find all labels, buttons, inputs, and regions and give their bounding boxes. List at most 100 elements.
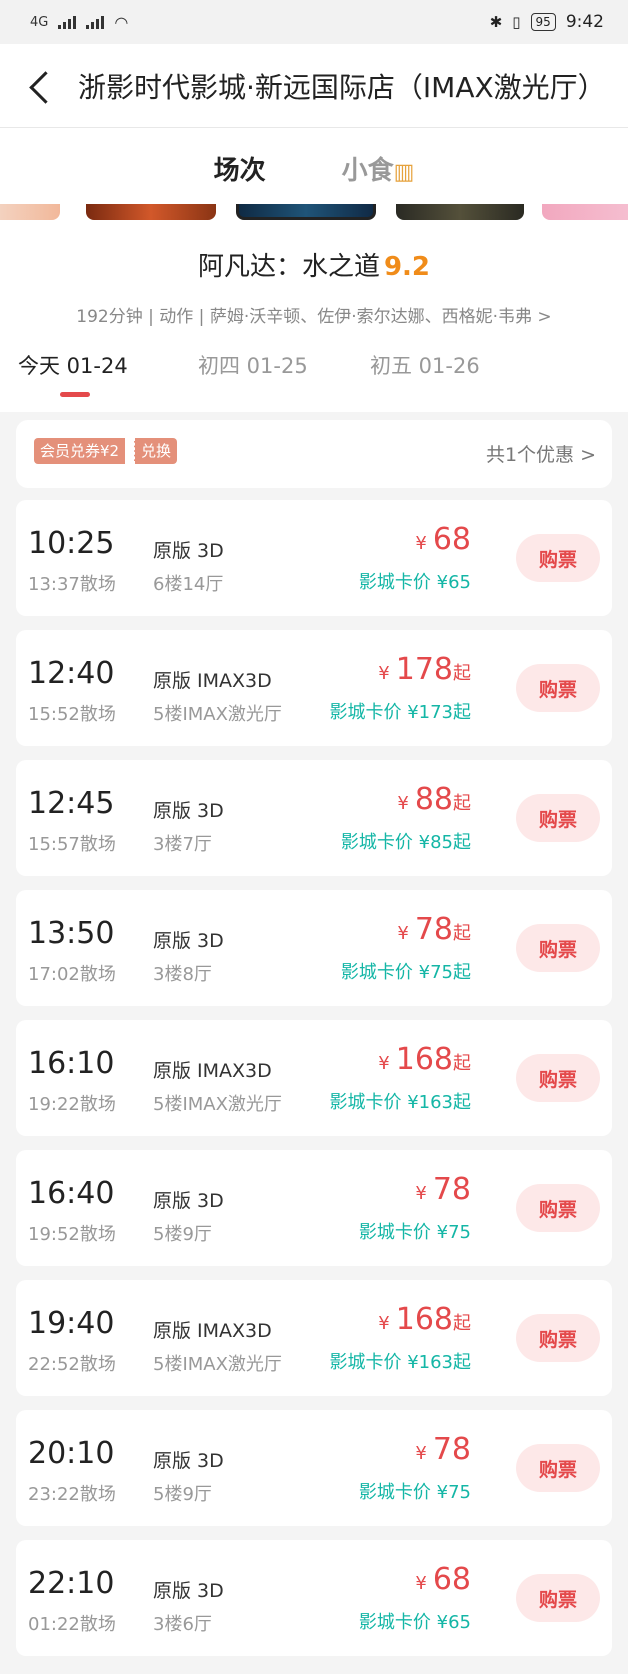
showtime-start: 12:40: [28, 656, 115, 691]
movie-title: 阿凡达：水之道: [197, 252, 380, 282]
coupon-exchange[interactable]: 兑换: [134, 438, 178, 464]
showtime-end: 15:52散场: [28, 704, 116, 725]
showtime-card[interactable]: 19:40 22:52散场 原版 IMAX3D 5楼IMAX激光厅 ¥168起 影城卡价 …: [16, 1280, 612, 1396]
buy-ticket-button[interactable]: 购票: [516, 794, 600, 842]
poster-3[interactable]: [236, 204, 376, 220]
tab-showtimes[interactable]: 场次: [214, 150, 266, 204]
poster-2[interactable]: [86, 204, 216, 220]
showtime-end: 23:22散场: [28, 1484, 116, 1505]
price-value: 68: [432, 522, 471, 557]
tab-snacks[interactable]: 小食▥: [342, 150, 415, 204]
card-price: 影城卡价 ¥173起: [329, 702, 471, 723]
buy-ticket-button[interactable]: 购票: [516, 664, 600, 712]
coupon-offer-count[interactable]: 共1个优惠 >: [486, 440, 596, 467]
price-currency: ¥: [415, 1573, 427, 1594]
price-currency: ¥: [397, 793, 409, 814]
movie-score: 9.2: [383, 252, 431, 282]
showtime-card[interactable]: 13:50 17:02散场 原版 3D 3楼8厅 ¥78起 影城卡价 ¥75起 购票: [16, 890, 612, 1006]
date-tab-today[interactable]: 今天 01-24: [18, 350, 128, 397]
showtime-card[interactable]: 16:40 19:52散场 原版 3D 5楼9厅 ¥78 影城卡价 ¥75 购票: [16, 1150, 612, 1266]
price-from-suffix: 起: [453, 1313, 471, 1334]
price-value: 88: [414, 782, 453, 817]
showtime-hall: 3楼6厅: [153, 1614, 212, 1635]
showtime-version: 原版 3D: [153, 800, 224, 822]
showtime-start: 16:40: [28, 1176, 115, 1211]
showtime-price: ¥88起: [397, 782, 471, 817]
showtime-hall: 5楼IMAX激光厅: [153, 1094, 282, 1115]
showtime-hall: 5楼9厅: [153, 1484, 212, 1505]
battery-icon: 95: [530, 13, 556, 31]
status-left: 4G ◠: [30, 13, 128, 32]
date-tab-0125[interactable]: 初四 01-25: [198, 350, 308, 380]
showtime-start: 19:40: [28, 1306, 115, 1341]
price-value: 78: [432, 1432, 471, 1467]
showtime-version: 原版 3D: [153, 540, 224, 562]
showtime-end: 17:02散场: [28, 964, 116, 985]
showtime-card[interactable]: 16:10 19:22散场 原版 IMAX3D 5楼IMAX激光厅 ¥168起影城卡价 …: [16, 1020, 612, 1136]
card-price: 影城卡价 ¥65: [358, 1612, 471, 1633]
showtime-end: 01:22散场: [28, 1614, 116, 1635]
status-bar: 4G ◠ ✱ ▯ 95 9:42: [0, 0, 628, 44]
showtime-version: 原版 3D: [153, 1190, 224, 1212]
back-arrow-icon[interactable]: [24, 68, 60, 104]
showtime-card[interactable]: 10:25 13:37散场 原版 3D 6楼14厅 ¥68 影城卡价 ¥65 购票: [16, 500, 612, 616]
card-price: 影城卡价 ¥75: [358, 1222, 471, 1243]
price-from-suffix: 起: [453, 663, 471, 684]
price-currency: ¥: [415, 1443, 427, 1464]
buy-ticket-button[interactable]: 购票: [516, 1054, 600, 1102]
date-tab-0126[interactable]: 初五 01-26: [370, 350, 480, 380]
card-price: 影城卡价 ¥85起: [340, 832, 471, 853]
showtime-card[interactable]: 20:10 23:22散场 原版 3D 5楼9厅 ¥78 影城卡价 ¥75 购票: [16, 1410, 612, 1526]
price-currency: ¥: [378, 663, 390, 684]
card-price: 影城卡价 ¥65: [358, 572, 471, 593]
network-label: 4G: [30, 14, 49, 30]
card-price: 影城卡价 ¥75起: [340, 962, 471, 983]
movie-info: 阿凡达：水之道 9.2 192分钟 | 动作 | 萨姆·沃辛顿、佐伊·索尔达娜、西…: [0, 222, 628, 412]
showtime-start: 22:10: [28, 1566, 115, 1601]
buy-ticket-button[interactable]: 购票: [516, 924, 600, 972]
bluetooth-icon: ✱: [489, 13, 503, 31]
buy-ticket-button[interactable]: 购票: [516, 1184, 600, 1232]
price-currency: ¥: [397, 923, 409, 944]
price-currency: ¥: [378, 1313, 390, 1334]
showtime-hall: 6楼14厅: [153, 574, 224, 595]
signal-icon: [58, 15, 77, 29]
price-value: 68: [432, 1562, 471, 1597]
showtime-start: 10:25: [28, 526, 115, 561]
poster-4[interactable]: [396, 204, 524, 220]
tab-bar: 场次 小食▥: [0, 128, 628, 204]
header: 浙影时代影城·新远国际店（IMAX激光厅）: [0, 44, 628, 128]
showtime-card[interactable]: 22:10 01:22散场 原版 3D 3楼6厅 ¥68 影城卡价 ¥65 购票: [16, 1540, 612, 1656]
tab-snacks-label: 小食: [341, 156, 394, 186]
card-price: 影城卡价 ¥163起: [329, 1092, 471, 1113]
showtime-hall: 5楼IMAX激光厅: [153, 1354, 282, 1375]
buy-ticket-button[interactable]: 购票: [516, 534, 600, 582]
showtime-version: 原版 3D: [153, 1580, 224, 1602]
showtime-hall: 3楼7厅: [153, 834, 212, 855]
price-value: 78: [414, 912, 453, 947]
poster-1[interactable]: [0, 204, 60, 220]
movie-meta[interactable]: 192分钟 | 动作 | 萨姆·沃辛顿、佐伊·索尔达娜、西格妮·韦弗 >: [0, 302, 628, 327]
vibrate-icon: ▯: [512, 13, 521, 31]
status-right: ✱ ▯ 95 9:42: [490, 12, 604, 32]
buy-ticket-button[interactable]: 购票: [516, 1574, 600, 1622]
showtime-end: 22:52散场: [28, 1354, 116, 1375]
wifi-icon: ◠: [114, 12, 129, 32]
buy-ticket-button[interactable]: 购票: [516, 1314, 600, 1362]
showtime-price: ¥178起: [378, 652, 471, 687]
buy-ticket-button[interactable]: 购票: [516, 1444, 600, 1492]
showtime-price: ¥168起: [378, 1042, 471, 1077]
signal-icon-2: [86, 15, 105, 29]
showtime-card[interactable]: 12:40 15:52散场 原版 IMAX3D 5楼IMAX激光厅 ¥178起 影城卡价 …: [16, 630, 612, 746]
coupon-bar[interactable]: 会员兑券¥2 兑换 共1个优惠 >: [16, 420, 612, 488]
showtime-start: 16:10: [28, 1046, 115, 1081]
poster-5[interactable]: [542, 204, 628, 220]
showtime-version: 原版 IMAX3D: [153, 1060, 272, 1082]
showtime-price: ¥68: [415, 1562, 471, 1597]
poster-strip[interactable]: [0, 204, 628, 222]
movie-title-row[interactable]: 阿凡达：水之道 9.2: [0, 246, 628, 283]
showtime-end: 15:57散场: [28, 834, 116, 855]
price-value: 168: [395, 1302, 453, 1337]
showtime-end: 19:22散场: [28, 1094, 116, 1115]
showtime-card[interactable]: 12:45 15:57散场 原版 3D 3楼7厅 ¥88起 影城卡价 ¥85起 购票: [16, 760, 612, 876]
